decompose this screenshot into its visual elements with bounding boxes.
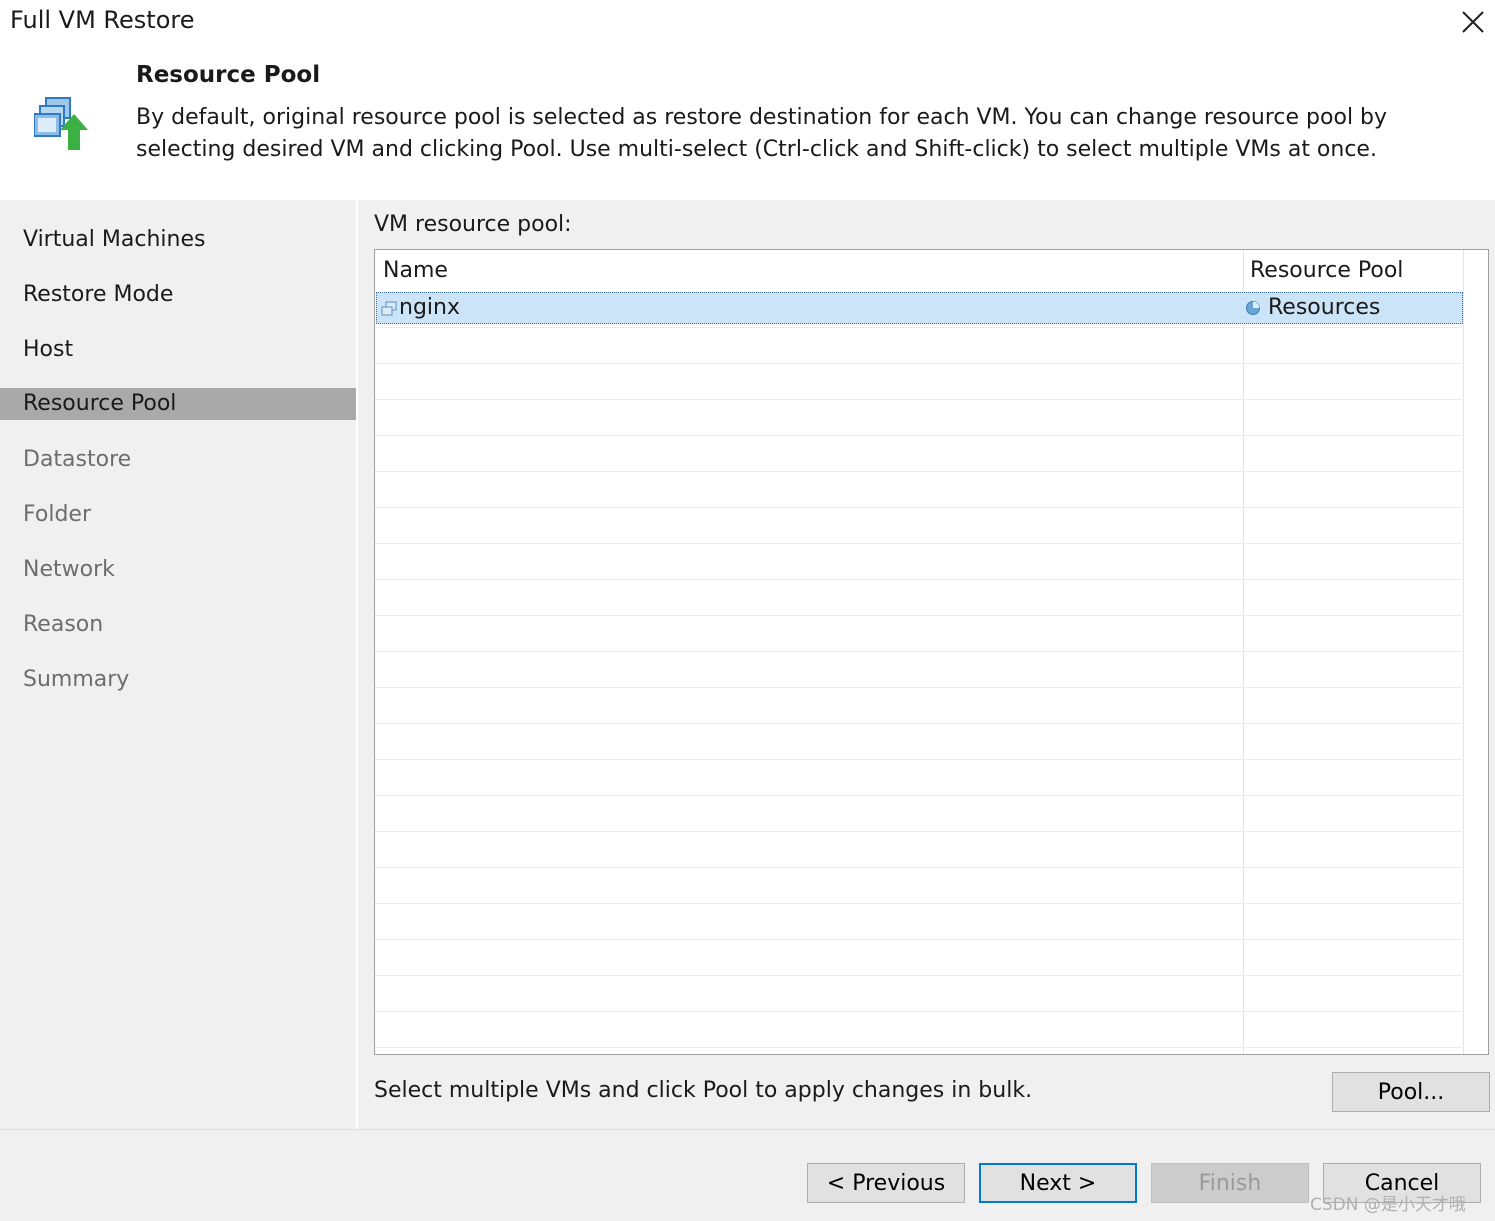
vm-name-cell: nginx: [399, 295, 460, 320]
grid-row-line: [375, 759, 1462, 760]
nav-step-summary: Summary: [23, 667, 130, 692]
column-header-resource-pool[interactable]: Resource Pool: [1250, 258, 1403, 283]
grid-row-line: [375, 543, 1462, 544]
step-heading: Resource Pool: [136, 62, 321, 88]
grid-row-line: [375, 723, 1462, 724]
watermark: CSDN @是小天才哦: [1310, 1195, 1466, 1215]
grid-row-line: [375, 903, 1462, 904]
nav-step-virtual-machines[interactable]: Virtual Machines: [0, 224, 356, 256]
grid-row-line: [375, 615, 1462, 616]
bulk-hint-text: Select multiple VMs and click Pool to ap…: [374, 1078, 1033, 1103]
resource-pool-cell: Resources: [1268, 295, 1381, 320]
grid-row-line: [375, 1047, 1462, 1048]
nav-step-datastore: Datastore: [23, 447, 132, 472]
step-description: By default, original resource pool is se…: [136, 105, 1388, 162]
nav-step-restore-mode[interactable]: Restore Mode: [0, 279, 356, 311]
previous-button[interactable]: < Previous: [807, 1163, 965, 1203]
grid-label: VM resource pool:: [374, 212, 572, 237]
vm-restore-icon: [34, 97, 88, 150]
grid-row-line: [375, 327, 1462, 328]
grid-row-line: [375, 687, 1462, 688]
next-button[interactable]: Next >: [979, 1163, 1137, 1203]
column-divider: [1463, 250, 1464, 1054]
pool-button[interactable]: Pool...: [1332, 1072, 1490, 1112]
resource-pool-icon: [1246, 301, 1260, 315]
grid-row-line: [375, 1011, 1462, 1012]
grid-row-line: [375, 867, 1462, 868]
grid-row-line: [375, 399, 1462, 400]
wizard-steps-sidebar: Virtual Machines Restore Mode Host Resou…: [0, 200, 356, 1129]
grid-row-line: [375, 579, 1462, 580]
close-icon[interactable]: [1459, 8, 1487, 36]
nav-step-reason: Reason: [23, 612, 104, 637]
nav-step-resource-pool[interactable]: Resource Pool: [0, 388, 356, 420]
grid-row-line: [375, 831, 1462, 832]
vm-icon: [381, 301, 397, 316]
table-row[interactable]: nginx Resources: [376, 292, 1463, 324]
grid-row-line: [375, 651, 1462, 652]
window-title: Full VM Restore: [10, 6, 195, 34]
grid-row-line: [375, 471, 1462, 472]
finish-button: Finish: [1151, 1163, 1309, 1203]
column-header-name[interactable]: Name: [383, 258, 448, 283]
grid-row-line: [375, 975, 1462, 976]
vm-resource-pool-grid[interactable]: Name Resource Pool nginx Resources: [374, 249, 1489, 1055]
grid-row-line: [375, 507, 1462, 508]
grid-row-line: [375, 435, 1462, 436]
column-divider: [1243, 250, 1244, 1054]
nav-step-folder: Folder: [23, 502, 91, 527]
grid-row-line: [375, 939, 1462, 940]
grid-row-line: [375, 363, 1462, 364]
nav-step-host[interactable]: Host: [0, 334, 356, 366]
nav-step-network: Network: [23, 557, 115, 582]
grid-row-line: [375, 795, 1462, 796]
